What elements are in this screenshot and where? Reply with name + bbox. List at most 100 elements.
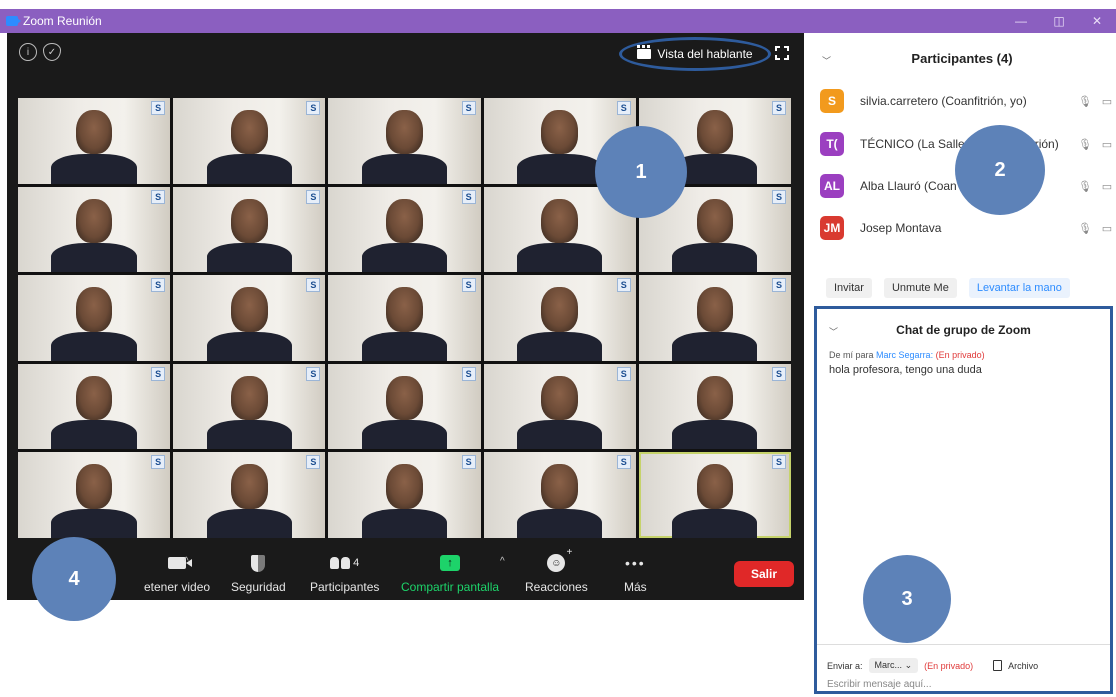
tile-badge: S	[151, 455, 166, 470]
video-tile[interactable]: S	[328, 186, 481, 273]
fullscreen-icon[interactable]	[775, 46, 789, 60]
share-screen-label: Compartir pantalla	[401, 580, 500, 594]
microphone-icon[interactable]: 🎙	[1078, 138, 1092, 151]
video-tile[interactable]: S	[173, 186, 326, 273]
chat-meta-recipient[interactable]: Marc Segarra:	[876, 350, 933, 360]
video-tile[interactable]: S	[18, 186, 171, 273]
raise-hand-button[interactable]: Levantar la mano	[968, 278, 1070, 298]
participant-video-face	[231, 109, 268, 155]
tile-badge: S	[306, 278, 321, 293]
video-camera-icon[interactable]: ▭	[1098, 95, 1116, 108]
participant-video-face	[75, 287, 113, 332]
reactions-button[interactable]: ☺ Reacciones	[525, 547, 588, 594]
speaker-view-label: Vista del hablante	[657, 47, 753, 61]
annotation-marker-2: 2	[955, 125, 1045, 215]
participant-video-face	[541, 464, 578, 509]
participant-video-body	[361, 508, 448, 538]
participant-row[interactable]: JM Josep Montava 🎙 ▭	[820, 215, 1116, 241]
encryption-shield-icon[interactable]: ✓	[43, 43, 61, 61]
share-screen-arrow-icon: ↑	[440, 555, 461, 571]
video-tile[interactable]: S	[18, 275, 171, 361]
participant-name: Josep Montava	[860, 221, 942, 235]
video-tile[interactable]: S	[328, 275, 481, 361]
video-tile[interactable]: S	[173, 98, 326, 184]
participant-video-body	[361, 331, 448, 361]
close-icon[interactable]: ✕	[1078, 9, 1116, 33]
maximize-icon[interactable]: ◫	[1040, 9, 1078, 33]
participant-video-body	[517, 420, 603, 450]
participant-video-body	[206, 331, 292, 361]
tile-badge: S	[616, 455, 631, 470]
more-button[interactable]: ••• Más	[624, 552, 647, 594]
leave-button[interactable]: Salir	[734, 561, 794, 587]
video-tile[interactable]: S	[638, 275, 791, 361]
participant-video-face	[386, 287, 423, 332]
file-label[interactable]: Archivo	[1008, 661, 1038, 671]
participant-video-face	[696, 375, 734, 421]
stop-video-button[interactable]: etener video	[144, 552, 210, 594]
participant-video-body	[206, 508, 292, 538]
participant-video-body	[672, 420, 758, 450]
send-to-dropdown[interactable]: Marc... ⌄	[868, 658, 919, 673]
title-bar: Zoom Reunión — ◫ ✕	[0, 9, 1116, 33]
video-tile[interactable]: S	[483, 363, 636, 450]
view-grid-icon	[637, 45, 652, 59]
participant-row[interactable]: S silvia.carretero (Coanfitrión, yo) 🎙 ▭	[820, 88, 1116, 114]
video-tile[interactable]: S	[638, 452, 791, 538]
participants-title: Participantes (4)	[911, 51, 1013, 66]
participants-button[interactable]: 4 Participantes	[310, 552, 379, 594]
unmute-me-button[interactable]: Unmute Me	[883, 278, 957, 298]
send-to-value: Marc...	[874, 660, 903, 670]
participant-video-body	[672, 508, 758, 538]
video-tile[interactable]: S	[328, 98, 481, 184]
video-tile[interactable]: S	[18, 98, 171, 184]
microphone-icon[interactable]: 🎙	[1078, 95, 1092, 108]
share-screen-button[interactable]: ↑ Compartir pantalla	[401, 552, 499, 594]
meeting-area: i ✓ Vista del hablante S S S S S S S S S S S S S S S S S…	[7, 33, 804, 600]
tile-badge: S	[151, 189, 166, 204]
tile-badge: S	[616, 278, 631, 293]
video-tile[interactable]: S	[638, 363, 791, 450]
participant-name: silvia.carretero (Coanfitrión, yo)	[860, 94, 1027, 108]
video-tile[interactable]: S	[173, 275, 326, 361]
chat-message: hola profesora, tengo una duda	[829, 364, 982, 376]
video-camera-icon[interactable]: ▭	[1098, 222, 1116, 235]
meeting-toolbar: etener video ^ Seguridad 4 Participantes…	[7, 538, 804, 600]
microphone-icon[interactable]: 🎙	[1078, 180, 1092, 193]
video-tile[interactable]: S	[483, 275, 636, 361]
security-button[interactable]: Seguridad	[231, 552, 286, 594]
invite-button[interactable]: Invitar	[826, 278, 872, 298]
chat-divider	[817, 644, 1110, 645]
participant-video-face	[696, 464, 734, 509]
chat-message-input[interactable]: Escribir mensaje aquí...	[827, 679, 932, 690]
tile-badge: S	[616, 366, 631, 381]
window-title: Zoom Reunión	[23, 14, 102, 28]
participant-video-body	[206, 243, 292, 273]
file-icon[interactable]	[993, 660, 1003, 671]
microphone-icon[interactable]: 🎙	[1078, 222, 1092, 235]
participant-video-face	[696, 198, 734, 244]
annotation-marker-3: 3	[863, 555, 951, 643]
video-tile[interactable]: S	[328, 363, 481, 450]
participant-video-body	[361, 420, 448, 450]
info-icon[interactable]: i	[19, 43, 37, 61]
video-camera-icon[interactable]: ▭	[1098, 138, 1116, 151]
video-tile[interactable]: S	[173, 363, 326, 450]
participant-video-face	[386, 109, 423, 155]
video-tile[interactable]: S	[328, 452, 481, 538]
video-tile[interactable]: S	[18, 452, 171, 538]
tile-badge: S	[306, 101, 321, 115]
minimize-icon[interactable]: —	[1002, 9, 1040, 33]
meeting-info-icons: i ✓	[19, 43, 61, 61]
speaker-view-button[interactable]: Vista del hablante	[619, 37, 771, 71]
video-tile[interactable]: S	[18, 363, 171, 450]
video-options-chevron-icon[interactable]: ^	[184, 556, 189, 567]
participant-video-body	[361, 243, 448, 273]
video-tile[interactable]: S	[173, 452, 326, 538]
participant-video-body	[517, 243, 603, 273]
share-options-chevron-icon[interactable]: ^	[500, 556, 505, 567]
video-camera-icon[interactable]: ▭	[1098, 180, 1116, 193]
participant-video-body	[51, 420, 137, 450]
tile-badge: S	[151, 278, 166, 293]
video-tile[interactable]: S	[483, 452, 636, 538]
